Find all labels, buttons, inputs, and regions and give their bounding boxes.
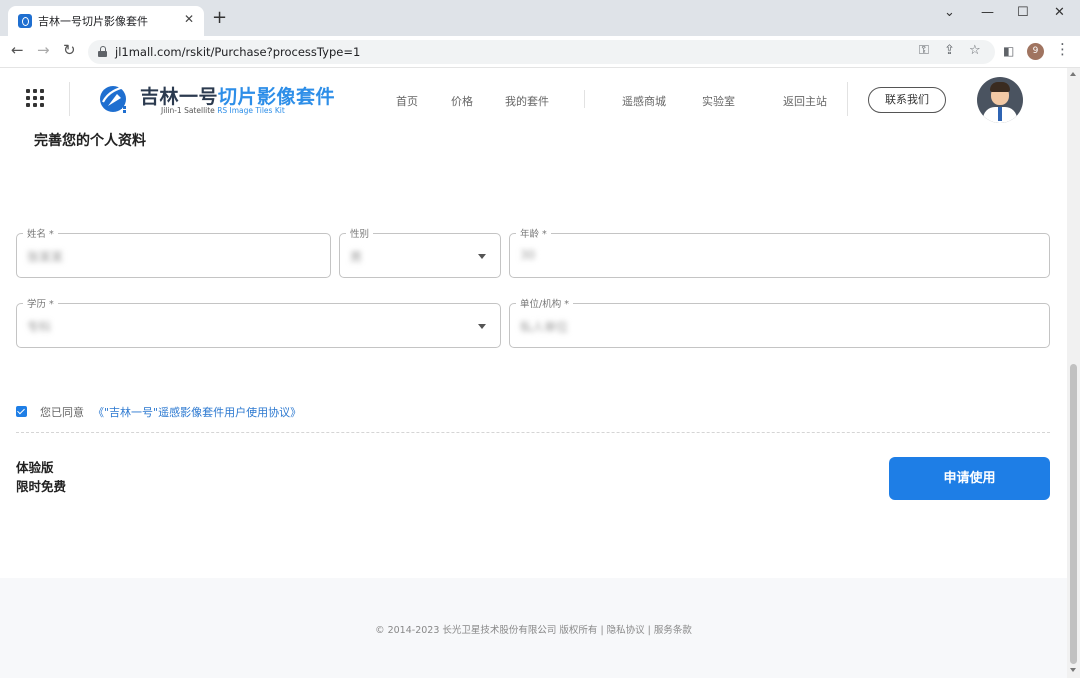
browser-profile-avatar[interactable]: 9 bbox=[1027, 43, 1044, 60]
scrollbar-thumb[interactable] bbox=[1070, 364, 1077, 664]
gender-select-label: 性别 bbox=[346, 226, 374, 240]
password-key-icon[interactable]: ⚿ bbox=[919, 43, 929, 58]
logo-title-accent: 切片影像套件 bbox=[218, 86, 336, 108]
lock-icon[interactable] bbox=[98, 46, 107, 57]
nav-lab[interactable]: 实验室 bbox=[702, 93, 735, 109]
scroll-down-arrow-icon[interactable] bbox=[1070, 668, 1076, 672]
site-header: 吉林一号切片影像套件 Jilin-1 Satellite RS Image Ti… bbox=[0, 68, 1067, 130]
forward-arrow-icon[interactable]: → bbox=[37, 41, 50, 59]
footer-copyright: © 2014-2023 长光卫星技术股份有限公司 版权所有 | 隐私协议 | 服… bbox=[375, 625, 692, 636]
header-divider bbox=[69, 82, 70, 116]
apply-button[interactable]: 申请使用 bbox=[889, 457, 1050, 500]
agreement-link[interactable]: 《"吉林一号"遥感影像套件用户使用协议》 bbox=[93, 404, 301, 420]
name-field-value[interactable]: 张某某 bbox=[27, 248, 63, 265]
browser-tab[interactable]: 吉林一号切片影像套件 ✕ bbox=[8, 6, 204, 36]
education-select-label: 学历 * bbox=[23, 296, 58, 310]
nav-divider bbox=[584, 90, 585, 108]
logo-subtitle: Jilin-1 Satellite RS Image Tiles Kit bbox=[161, 106, 285, 115]
tab-search-icon[interactable]: ⌄ bbox=[944, 5, 955, 20]
browser-tab-bar: 吉林一号切片影像套件 ✕ + ⌄ — ☐ ✕ bbox=[0, 0, 1080, 36]
age-field-label: 年龄 * bbox=[516, 226, 551, 240]
close-window-button[interactable]: ✕ bbox=[1054, 5, 1065, 20]
browser-toolbar: ← → ↻ jl1mall.com/rskit/Purchase?process… bbox=[0, 36, 1080, 68]
satellite-logo-icon bbox=[100, 83, 131, 113]
nav-back-main-site[interactable]: 返回主站 bbox=[783, 93, 827, 109]
tab-title: 吉林一号切片影像套件 bbox=[38, 15, 148, 28]
section-divider bbox=[16, 432, 1050, 433]
plan-name: 体验版 bbox=[16, 460, 54, 475]
header-divider-right bbox=[847, 82, 848, 116]
contact-us-button[interactable]: 联系我们 bbox=[868, 87, 946, 113]
logo-title-main: 吉林一号 bbox=[140, 86, 219, 108]
education-select-value[interactable]: 专科 bbox=[27, 318, 51, 335]
share-icon[interactable]: ⇪ bbox=[944, 43, 955, 58]
user-avatar[interactable] bbox=[977, 77, 1023, 123]
new-tab-button[interactable]: + bbox=[212, 9, 227, 27]
organization-field-label: 单位/机构 * bbox=[516, 296, 573, 310]
dropdown-caret-icon[interactable] bbox=[478, 324, 486, 329]
site-favicon-icon bbox=[18, 14, 32, 28]
nav-my-kits[interactable]: 我的套件 bbox=[505, 93, 549, 109]
back-arrow-icon[interactable]: ← bbox=[11, 41, 24, 59]
education-select[interactable]: 学历 * 专科 bbox=[16, 296, 501, 348]
footer: © 2014-2023 长光卫星技术股份有限公司 版权所有 | 隐私协议 | 服… bbox=[0, 578, 1067, 678]
scroll-up-arrow-icon[interactable] bbox=[1070, 72, 1076, 76]
address-url[interactable]: jl1mall.com/rskit/Purchase?processType=1 bbox=[115, 45, 360, 59]
page-title: 完善您的个人资料 bbox=[34, 133, 146, 149]
nav-rs-mall[interactable]: 遥感商城 bbox=[622, 93, 666, 109]
organization-field-value[interactable]: 私人单位 bbox=[520, 318, 568, 335]
address-bar[interactable]: jl1mall.com/rskit/Purchase?processType=1… bbox=[88, 40, 995, 64]
name-field[interactable]: 姓名 * 张某某 bbox=[16, 226, 331, 278]
gender-select[interactable]: 性别 男 bbox=[339, 226, 501, 278]
maximize-button[interactable]: ☐ bbox=[1017, 5, 1029, 20]
nav-home[interactable]: 首页 bbox=[396, 93, 418, 109]
reload-icon[interactable]: ↻ bbox=[63, 41, 76, 59]
logo-title[interactable]: 吉林一号切片影像套件 bbox=[140, 82, 335, 109]
logo-subtitle-main: Jilin-1 Satellite bbox=[161, 106, 218, 115]
gender-select-value[interactable]: 男 bbox=[350, 248, 362, 265]
side-panel-icon[interactable]: ◧ bbox=[1003, 44, 1014, 58]
bookmark-star-icon[interactable]: ☆ bbox=[969, 43, 981, 58]
agreement-prefix: 您已同意 bbox=[40, 406, 84, 419]
browser-menu-icon[interactable]: ⋮ bbox=[1055, 40, 1070, 58]
dropdown-caret-icon[interactable] bbox=[478, 254, 486, 259]
logo-subtitle-accent: RS Image Tiles Kit bbox=[217, 106, 285, 115]
nav-pricing[interactable]: 价格 bbox=[451, 93, 473, 109]
apps-grid-icon[interactable] bbox=[26, 89, 44, 107]
name-field-label: 姓名 * bbox=[23, 226, 58, 240]
age-field-value[interactable]: 30 bbox=[520, 248, 535, 262]
close-tab-icon[interactable]: ✕ bbox=[184, 12, 194, 26]
plan-price: 限时免费 bbox=[16, 479, 67, 494]
organization-field[interactable]: 单位/机构 * 私人单位 bbox=[509, 296, 1050, 348]
minimize-button[interactable]: — bbox=[981, 5, 994, 20]
agreement-checkbox[interactable] bbox=[16, 406, 27, 417]
page-scrollbar[interactable] bbox=[1067, 68, 1080, 678]
age-field[interactable]: 年龄 * 30 bbox=[509, 226, 1050, 278]
